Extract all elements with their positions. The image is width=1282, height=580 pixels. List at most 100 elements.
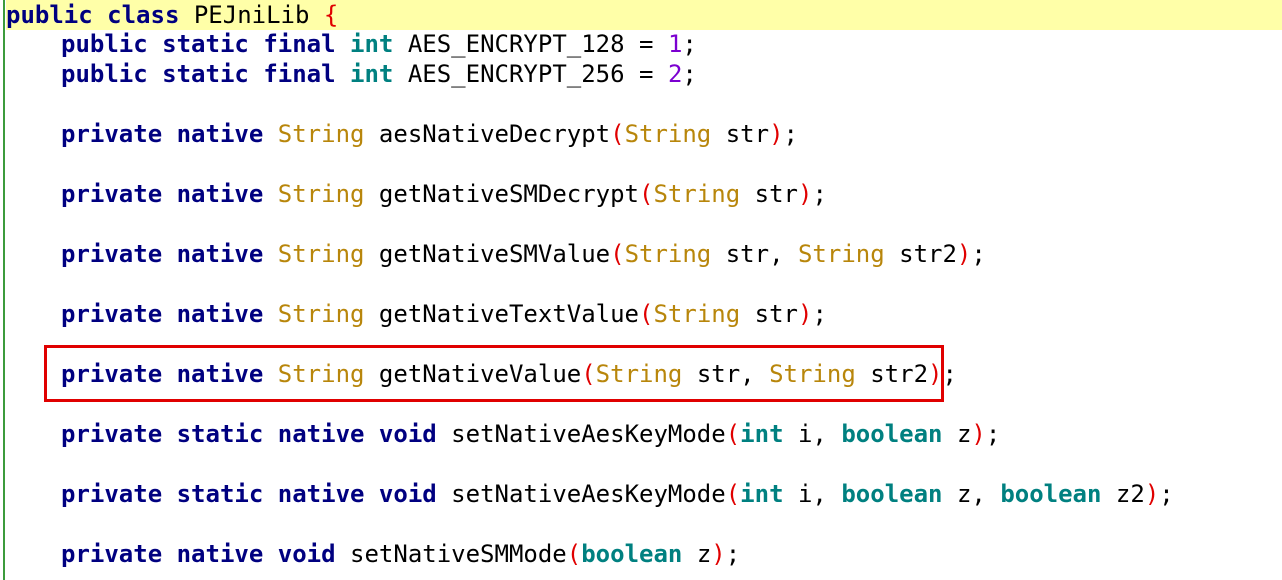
- primitive-type: int: [350, 30, 394, 58]
- keyword: private: [61, 420, 163, 448]
- open-brace: {: [323, 1, 339, 29]
- semicolon: ;: [812, 300, 827, 328]
- keyword: public: [6, 1, 93, 29]
- semicolon: ;: [1159, 480, 1174, 508]
- param-type: boolean: [1000, 480, 1102, 508]
- primitive-type: int: [350, 60, 394, 88]
- keyword: private: [61, 300, 163, 328]
- keyword: static: [162, 30, 249, 58]
- keyword: class: [107, 1, 180, 29]
- keyword: private: [61, 240, 163, 268]
- param-name: z2: [1115, 480, 1145, 508]
- open-paren: (: [725, 420, 741, 448]
- param-name: str: [725, 120, 770, 148]
- semicolon: ;: [812, 180, 827, 208]
- open-paren: (: [639, 300, 654, 328]
- code-line-method-setNativeSMMode[interactable]: private native void setNativeSMMode(bool…: [61, 539, 740, 569]
- keyword: static: [162, 60, 249, 88]
- code-line-method-setNativeAesKeyMode[interactable]: private static native void setNativeAesK…: [61, 419, 1000, 449]
- return-type: String: [277, 120, 365, 148]
- param-type: String: [653, 180, 741, 208]
- field-name: AES_ENCRYPT_256: [407, 60, 625, 88]
- close-paren: ): [769, 120, 784, 148]
- method-name: setNativeAesKeyMode: [451, 480, 726, 508]
- method-name: setNativeSMMode: [350, 540, 567, 568]
- param-name: z: [696, 540, 712, 568]
- return-type: void: [378, 480, 437, 508]
- param-name: str: [754, 300, 798, 328]
- param-name: z,: [956, 480, 986, 508]
- operator: =: [639, 30, 654, 58]
- method-name: getNativeSMValue: [378, 240, 611, 268]
- close-paren: ): [956, 240, 972, 268]
- semicolon: ;: [682, 60, 697, 88]
- class-name: PEJniLib: [193, 1, 310, 29]
- code-line-method-aesNativeDecrypt[interactable]: private native String aesNativeDecrypt(S…: [61, 119, 798, 149]
- close-paren: ): [971, 420, 986, 448]
- keyword: final: [263, 60, 336, 88]
- return-type: void: [277, 540, 336, 568]
- param-type: String: [653, 300, 741, 328]
- open-paren: (: [566, 540, 582, 568]
- param-type: String: [624, 120, 712, 148]
- param-name: str: [754, 180, 798, 208]
- keyword: static: [176, 420, 264, 448]
- code-line-method-getNativeTextValue[interactable]: private native String getNativeTextValue…: [61, 299, 827, 329]
- method-name: setNativeAesKeyMode: [451, 420, 726, 448]
- keyword: public: [61, 60, 148, 88]
- param-type: int: [740, 420, 784, 448]
- method-name: getNativeTextValue: [378, 300, 640, 328]
- keyword: native: [176, 180, 264, 208]
- semicolon: ;: [783, 120, 798, 148]
- keyword: private: [61, 120, 163, 148]
- code-line-field-aes256[interactable]: public static final int AES_ENCRYPT_256 …: [61, 59, 697, 89]
- semicolon: ;: [682, 30, 697, 58]
- param-name: z: [956, 420, 972, 448]
- param-type: int: [740, 480, 784, 508]
- keyword: private: [61, 540, 163, 568]
- keyword: native: [277, 420, 365, 448]
- param-type: String: [624, 240, 712, 268]
- open-paren: (: [610, 240, 625, 268]
- method-name: aesNativeDecrypt: [378, 120, 611, 148]
- param-name: str,: [725, 240, 784, 268]
- semicolon: ;: [985, 420, 1001, 448]
- code-line-method-getNativeSMDecrypt[interactable]: private native String getNativeSMDecrypt…: [61, 179, 827, 209]
- return-type: void: [378, 420, 437, 448]
- close-paren: ): [1144, 480, 1160, 508]
- semicolon: ;: [725, 540, 741, 568]
- open-paren: (: [725, 480, 741, 508]
- keyword: static: [176, 480, 264, 508]
- keyword: native: [176, 300, 264, 328]
- semicolon: ;: [942, 360, 957, 388]
- open-paren: (: [610, 120, 625, 148]
- operator: =: [639, 60, 654, 88]
- code-line-method-getNativeSMValue[interactable]: private native String getNativeSMValue(S…: [61, 239, 986, 269]
- keyword: native: [176, 120, 264, 148]
- param-name: i,: [797, 480, 827, 508]
- keyword: native: [176, 240, 264, 268]
- param-type: String: [797, 240, 885, 268]
- highlight-box: [44, 345, 944, 402]
- keyword: public: [61, 30, 148, 58]
- number-literal: 1: [667, 30, 683, 58]
- param-type: boolean: [841, 420, 943, 448]
- keyword: final: [263, 30, 336, 58]
- param-name: str2: [899, 240, 957, 268]
- field-name: AES_ENCRYPT_128: [407, 30, 625, 58]
- keyword: native: [277, 480, 365, 508]
- close-paren: ): [797, 180, 813, 208]
- method-name: getNativeSMDecrypt: [378, 180, 640, 208]
- code-line-method-setNativeAesKeyMode-overload[interactable]: private static native void setNativeAesK…: [61, 479, 1174, 509]
- number-literal: 2: [667, 60, 683, 88]
- code-line-class-declaration[interactable]: public class PEJniLib {: [6, 0, 1282, 30]
- semicolon: ;: [971, 240, 986, 268]
- param-type: boolean: [841, 480, 943, 508]
- return-type: String: [277, 300, 365, 328]
- code-line-field-aes128[interactable]: public static final int AES_ENCRYPT_128 …: [61, 29, 697, 59]
- keyword: private: [61, 180, 163, 208]
- code-editor[interactable]: public class PEJniLib { public static fi…: [0, 0, 1282, 580]
- editor-gutter-line: [3, 0, 5, 580]
- return-type: String: [277, 180, 365, 208]
- open-paren: (: [639, 180, 654, 208]
